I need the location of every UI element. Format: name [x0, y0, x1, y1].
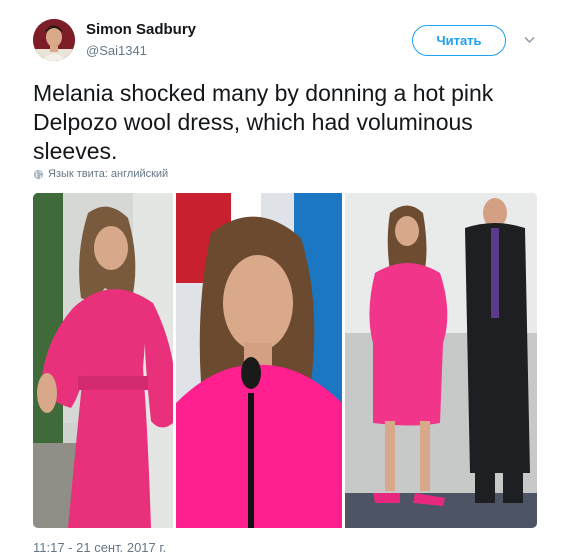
photo-2[interactable]: [176, 193, 342, 528]
language-note-text: Язык твита: английский: [48, 168, 169, 180]
media-grid: [33, 193, 537, 528]
photo-1[interactable]: [33, 193, 173, 528]
globe-icon: [33, 169, 44, 179]
tweet-text-line: Melania shocked many by donning a hot pi…: [33, 80, 494, 106]
user-handle[interactable]: @Sai1341: [86, 43, 147, 58]
avatar[interactable]: [33, 19, 75, 61]
tweet-text-line: sleeves.: [33, 138, 118, 164]
tweet-timestamp[interactable]: 11:17 - 21 сент. 2017 г.: [33, 540, 166, 555]
follow-button[interactable]: Читать: [412, 25, 506, 56]
display-name[interactable]: Simon Sadbury: [86, 21, 196, 38]
photo-3[interactable]: [345, 193, 537, 528]
tweet-text: Melania shocked many by donning a hot pi…: [33, 79, 553, 166]
language-note[interactable]: Язык твита: английский: [33, 168, 168, 180]
chevron-down-icon[interactable]: [524, 34, 535, 45]
tweet-text-line: Delpozo wool dress, which had voluminous: [33, 109, 473, 135]
